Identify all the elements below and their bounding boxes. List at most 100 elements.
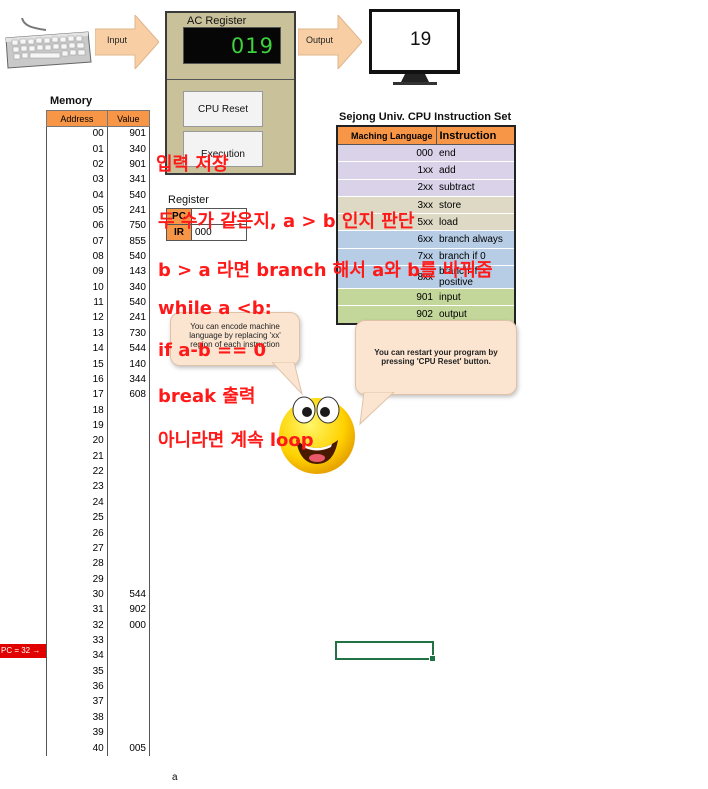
- memory-row: 24: [46, 495, 151, 511]
- memory-row: 26: [46, 525, 151, 542]
- memory-value[interactable]: 344: [107, 372, 151, 388]
- instruction-code: 2xx: [337, 179, 436, 197]
- memory-value[interactable]: 340: [107, 280, 151, 296]
- output-value: 19: [410, 29, 432, 50]
- memory-address: 25: [46, 510, 108, 526]
- memory-value[interactable]: 005: [107, 740, 151, 757]
- ac-display: 019: [183, 27, 281, 64]
- selected-cell[interactable]: [335, 641, 436, 662]
- memory-value[interactable]: [107, 725, 151, 741]
- monitor-icon: 19: [365, 6, 464, 86]
- memory-value[interactable]: [107, 479, 151, 496]
- instruction-name: input: [436, 288, 515, 307]
- memory-value[interactable]: 750: [107, 218, 151, 235]
- annotation-4: while a <b:: [158, 298, 272, 319]
- memory-value[interactable]: 540: [107, 249, 151, 265]
- instruction-code: 1xx: [337, 161, 436, 180]
- memory-title: Memory: [50, 95, 93, 107]
- memory-value[interactable]: 140: [107, 356, 151, 373]
- monitor-stand: [369, 70, 460, 85]
- memory-value[interactable]: 730: [107, 326, 151, 342]
- memory-row: 13 730: [46, 326, 151, 342]
- memory-address: 24: [46, 495, 108, 511]
- memory-value[interactable]: [107, 571, 151, 588]
- memory-value[interactable]: [107, 510, 151, 526]
- memory-value[interactable]: [107, 449, 151, 465]
- instruction-row: 6xx branch always: [337, 230, 515, 249]
- memory-address: 34: [46, 648, 108, 665]
- keyboard-icon: [5, 18, 92, 69]
- memory-row: 08 540: [46, 249, 151, 265]
- memory-address: 20: [46, 433, 108, 450]
- memory-address: 38: [46, 710, 108, 726]
- memory-value[interactable]: [107, 694, 151, 711]
- memory-value[interactable]: 340: [107, 141, 151, 158]
- memory-row: 19: [46, 418, 151, 434]
- output-label: Output: [306, 35, 334, 45]
- memory-row: 01 340: [46, 141, 151, 158]
- memory-value[interactable]: [107, 679, 151, 695]
- instruction-code: 901: [337, 288, 436, 307]
- memory-row: 23: [46, 479, 151, 496]
- memory-value[interactable]: 544: [107, 587, 151, 603]
- memory-row: 05 241: [46, 203, 151, 219]
- memory-address: 29: [46, 571, 108, 588]
- memory-row: 40 005: [46, 740, 151, 757]
- memory-value[interactable]: 241: [107, 310, 151, 327]
- memory-address: 08: [46, 249, 108, 265]
- restart-hint-bubble: You can restart your program by pressing…: [355, 320, 517, 395]
- memory-row: 21: [46, 449, 151, 465]
- memory-row: 29: [46, 571, 151, 588]
- memory-value[interactable]: [107, 418, 151, 434]
- fill-handle[interactable]: [429, 655, 436, 662]
- memory-value[interactable]: 902: [107, 602, 151, 618]
- memory-address: 05: [46, 203, 108, 219]
- memory-value[interactable]: 341: [107, 172, 151, 188]
- instruction-code: 6xx: [337, 230, 436, 249]
- memory-address: 15: [46, 356, 108, 373]
- instruction-name: branch always: [436, 230, 515, 249]
- memory-value[interactable]: [107, 633, 151, 649]
- memory-value[interactable]: 241: [107, 203, 151, 219]
- memory-value[interactable]: 901: [107, 157, 151, 173]
- memory-address: 36: [46, 679, 108, 695]
- memory-address: 32: [46, 618, 108, 634]
- panel-divider: [167, 79, 294, 80]
- memory-address: 35: [46, 664, 108, 680]
- memory-row: 16 344: [46, 372, 151, 388]
- memory-address: 09: [46, 264, 108, 281]
- memory-address: 16: [46, 372, 108, 388]
- instruction-row: 901 input: [337, 288, 515, 307]
- memory-value[interactable]: [107, 710, 151, 726]
- memory-value[interactable]: 901: [107, 126, 151, 142]
- memory-address: 26: [46, 525, 108, 542]
- memory-value[interactable]: 540: [107, 187, 151, 204]
- annotation-3: b > a 라면 branch 해서 a와 b를 바꿔줌: [158, 260, 493, 281]
- memory-value[interactable]: [107, 402, 151, 419]
- instruction-set-title: Sejong Univ. CPU Instruction Set: [339, 111, 512, 123]
- memory-row: 04 540: [46, 187, 151, 204]
- memory-value[interactable]: 855: [107, 234, 151, 250]
- memory-row: 18: [46, 402, 151, 419]
- memory-value[interactable]: [107, 648, 151, 665]
- bubble-tail-right: [359, 392, 395, 426]
- instruction-name: end: [436, 144, 515, 163]
- memory-value[interactable]: [107, 664, 151, 680]
- memory-value[interactable]: 544: [107, 341, 151, 357]
- memory-value[interactable]: 608: [107, 387, 151, 403]
- memory-row: 00 901: [46, 126, 151, 142]
- memory-value[interactable]: [107, 525, 151, 542]
- machine-language-header: Maching Language: [336, 125, 437, 145]
- ac-display-value: 019: [230, 34, 274, 58]
- memory-value[interactable]: 143: [107, 264, 151, 281]
- memory-value[interactable]: [107, 433, 151, 450]
- memory-value[interactable]: 000: [107, 618, 151, 634]
- memory-value[interactable]: [107, 495, 151, 511]
- cpu-reset-button[interactable]: CPU Reset: [183, 91, 263, 127]
- memory-address: 30: [46, 587, 108, 603]
- register-title: Register: [168, 194, 209, 206]
- memory-value[interactable]: [107, 556, 151, 572]
- memory-value[interactable]: [107, 541, 151, 557]
- memory-value[interactable]: [107, 464, 151, 480]
- memory-value[interactable]: 540: [107, 295, 151, 311]
